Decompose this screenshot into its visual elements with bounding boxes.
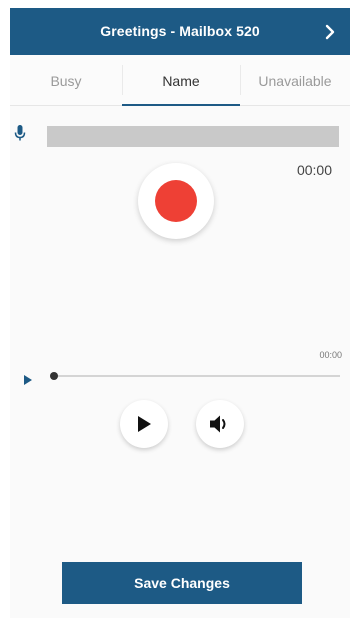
tab-name[interactable]: Name (122, 55, 240, 106)
tab-busy[interactable]: Busy (10, 55, 122, 105)
record-elapsed-time: 00:00 (296, 162, 332, 178)
tab-unavailable[interactable]: Unavailable (240, 55, 350, 105)
greetings-screen: Greetings - Mailbox 520 Busy Name Unavai… (0, 0, 350, 618)
seek-thumb[interactable] (50, 372, 58, 380)
tab-divider (122, 65, 123, 95)
greeting-tabs: Busy Name Unavailable (10, 55, 350, 106)
play-button[interactable] (120, 400, 168, 448)
tab-divider (240, 65, 241, 95)
volume-button[interactable] (196, 400, 244, 448)
save-changes-button[interactable]: Save Changes (62, 562, 302, 604)
volume-icon (210, 415, 226, 433)
record-button[interactable] (138, 163, 214, 239)
record-icon (155, 180, 197, 222)
page-title: Greetings - Mailbox 520 (100, 23, 260, 39)
microphone-icon (14, 124, 26, 147)
header-bar: Greetings - Mailbox 520 (10, 8, 350, 55)
recording-level-bar (47, 126, 339, 147)
play-indicator-icon (24, 372, 32, 390)
play-icon (138, 416, 151, 432)
chevron-right-icon[interactable] (318, 8, 342, 55)
seek-slider[interactable] (53, 375, 340, 377)
playback-duration: 00:00 (319, 350, 342, 360)
